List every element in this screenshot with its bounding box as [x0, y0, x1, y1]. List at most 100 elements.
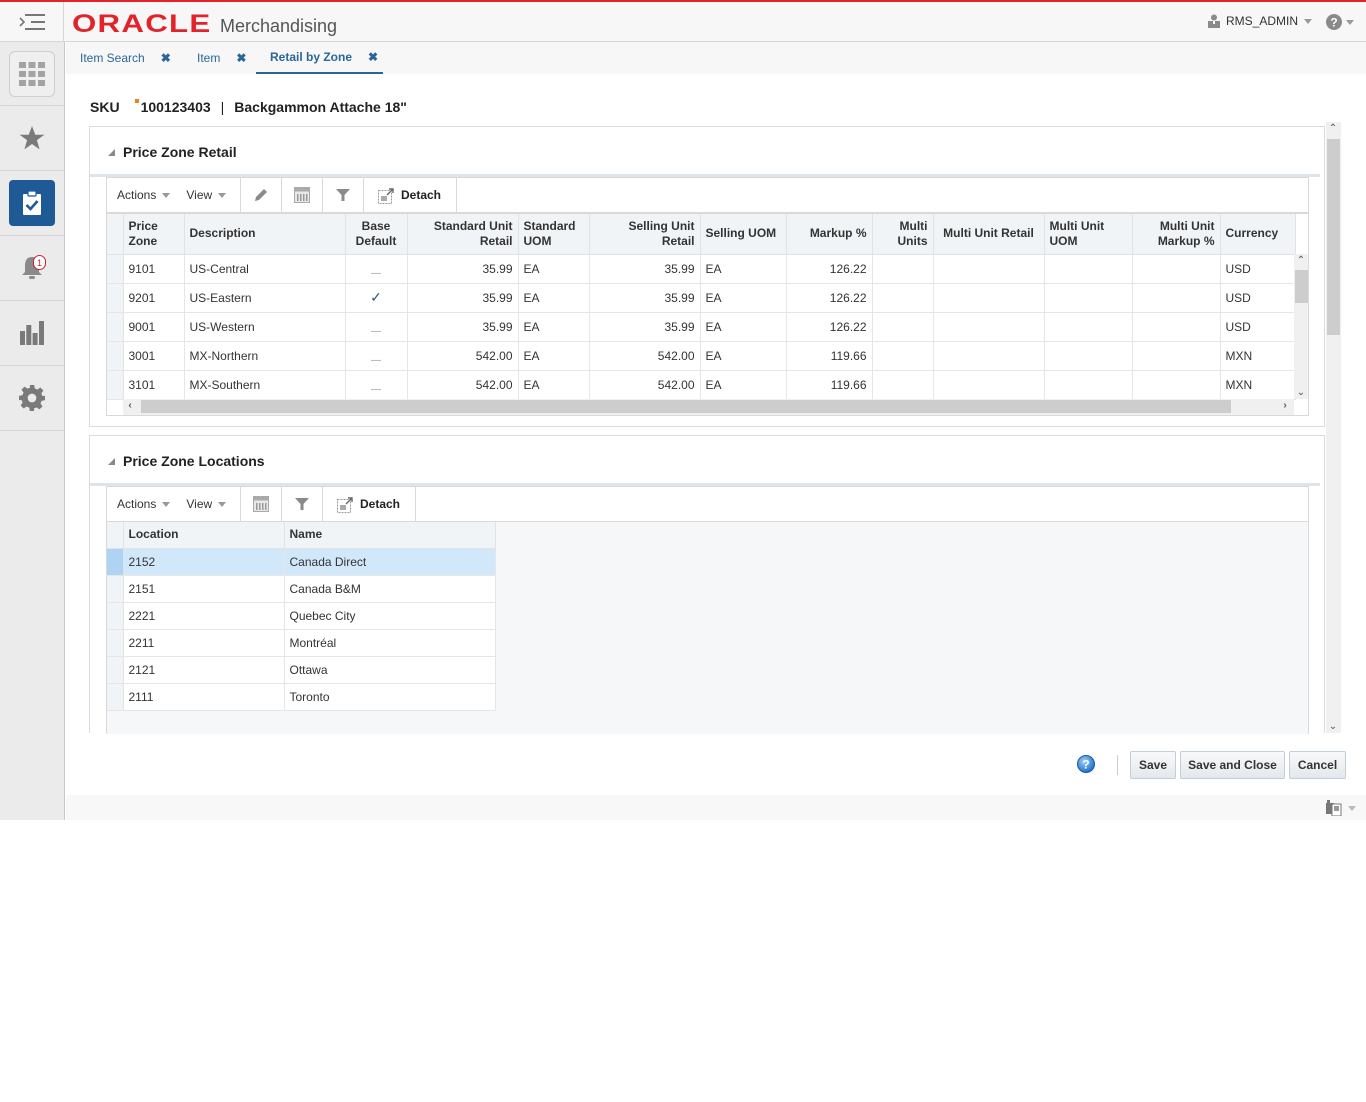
sidebar-item-settings[interactable] [0, 366, 64, 431]
column-header[interactable]: Standard Unit Retail [407, 214, 519, 255]
cell-multi-uom [1044, 341, 1133, 371]
table-row[interactable]: 9101 US-Central —35.99 EA 35.99 EA 126.22 USD [107, 254, 1296, 284]
scroll-up-icon[interactable]: ⌃ [1326, 123, 1340, 134]
help-menu[interactable]: ? [1326, 14, 1354, 30]
page-help-button[interactable]: ? [1077, 755, 1095, 776]
sidebar-item-apps[interactable] [0, 42, 64, 106]
row-header[interactable] [107, 602, 124, 630]
menu-group: Actions View [107, 487, 241, 521]
divider [1117, 755, 1118, 775]
column-header[interactable]: Name [284, 522, 496, 549]
scroll-down-icon[interactable]: ⌄ [1326, 721, 1340, 732]
table-row[interactable]: 2151 Canada B&M [107, 575, 496, 603]
column-header[interactable]: Base Default [345, 214, 408, 255]
scroll-thumb[interactable] [1327, 139, 1340, 335]
row-header[interactable] [107, 341, 124, 371]
freeze-button[interactable] [241, 487, 282, 521]
tab-item-search[interactable]: Item Search ✖ [80, 42, 171, 74]
cell-std-retail: 35.99 [407, 254, 519, 284]
close-icon[interactable]: ✖ [236, 51, 246, 65]
row-header[interactable] [107, 312, 124, 342]
column-header[interactable]: Standard UOM [518, 214, 590, 255]
cell-currency: USD [1220, 312, 1296, 342]
close-icon[interactable]: ✖ [161, 51, 171, 65]
scroll-right-icon[interactable]: › [1278, 400, 1292, 411]
scroll-up-icon[interactable]: ⌃ [1294, 255, 1308, 266]
tab-retail-by-zone[interactable]: Retail by Zone ✖ [256, 42, 383, 74]
device-icon [1326, 800, 1342, 816]
table-row[interactable]: 2211 Montréal [107, 629, 496, 657]
detach-button[interactable]: Detach [364, 178, 457, 212]
cell-multi-markup [1132, 341, 1221, 371]
cell-base-default: — [345, 341, 408, 371]
chevron-down-icon [1348, 805, 1356, 811]
panel-title: Price Zone Locations [123, 453, 265, 469]
row-header[interactable] [107, 254, 124, 284]
tab-item[interactable]: Item ✖ [197, 42, 246, 74]
column-header[interactable]: Selling Unit Retail [589, 214, 701, 255]
scroll-down-icon[interactable]: ⌄ [1294, 387, 1308, 398]
filter-button[interactable] [282, 487, 323, 521]
column-header[interactable]: Multi Unit Markup % [1132, 214, 1221, 255]
table-row[interactable]: 2152 Canada Direct [107, 548, 496, 576]
table-row[interactable]: 9201 US-Eastern ✓ 35.99 EA 35.99 EA 126.22 USD [107, 283, 1296, 313]
actions-menu[interactable]: Actions [117, 497, 171, 511]
scroll-thumb[interactable] [1295, 270, 1308, 303]
view-menu[interactable]: View [186, 188, 227, 202]
column-header[interactable]: Multi Unit Retail [933, 214, 1045, 255]
freeze-button[interactable] [282, 178, 323, 212]
close-icon[interactable]: ✖ [368, 50, 378, 64]
scroll-left-icon[interactable]: ‹ [123, 400, 137, 411]
price-zone-locations-header[interactable]: Price Zone Locations [108, 453, 265, 469]
cell-multi-uom [1044, 312, 1133, 342]
row-header[interactable] [107, 656, 124, 684]
detach-button[interactable]: Detach [323, 487, 416, 521]
table-row[interactable]: 2111 Toronto [107, 683, 496, 711]
sidebar-item-reports[interactable] [0, 301, 64, 366]
column-header[interactable]: Currency [1220, 214, 1296, 255]
row-header[interactable] [107, 370, 124, 400]
table-row[interactable]: 3101 MX-Southern —542.00 EA 542.00 EA 119.66 MX… [107, 370, 1296, 400]
column-header[interactable]: Markup % [786, 214, 873, 255]
cell-multi-retail [933, 370, 1045, 400]
filter-button[interactable] [323, 178, 364, 212]
row-header[interactable] [107, 629, 124, 657]
row-header[interactable] [107, 548, 124, 576]
column-header[interactable]: Location [123, 522, 285, 549]
cancel-button[interactable]: Cancel [1289, 751, 1346, 779]
actions-menu[interactable]: Actions [117, 188, 171, 202]
row-header[interactable] [107, 683, 124, 711]
cell-description: US-Eastern [184, 283, 346, 313]
page-vertical-scrollbar[interactable]: ⌃ ⌄ [1326, 122, 1341, 733]
scroll-thumb[interactable] [141, 400, 1231, 413]
price-zone-locations-table: Location Name 2152 Canada Direct 2151 Canad… [106, 521, 1309, 734]
table-row[interactable]: 2121 Ottawa [107, 656, 496, 684]
column-header[interactable]: Description [184, 214, 346, 255]
view-menu[interactable]: View [186, 497, 227, 511]
star-icon [19, 126, 45, 150]
table-horizontal-scrollbar[interactable]: ‹ › [123, 399, 1294, 415]
column-header[interactable]: Price Zone [123, 214, 185, 255]
row-header[interactable] [107, 283, 124, 313]
table-row[interactable]: 9001 US-Western —35.99 EA 35.99 EA 126.22 USD [107, 312, 1296, 342]
user-menu[interactable]: RMS_ADMIN [1207, 14, 1312, 28]
price-zone-retail-header[interactable]: Price Zone Retail [108, 144, 237, 160]
column-header[interactable]: Selling UOM [700, 214, 787, 255]
cell-markup: 126.22 [786, 254, 873, 284]
table-vertical-scrollbar[interactable]: ⌃ ⌄ [1294, 254, 1308, 399]
cell-currency: USD [1220, 283, 1296, 313]
save-and-close-button[interactable]: Save and Close [1180, 751, 1285, 779]
column-header[interactable]: Multi Units [872, 214, 934, 255]
row-header[interactable] [107, 575, 124, 603]
table-row[interactable]: 2221 Quebec City [107, 602, 496, 630]
sidebar-item-notifications[interactable]: 1 [0, 236, 64, 301]
column-header[interactable]: Multi Unit UOM [1044, 214, 1133, 255]
edit-button[interactable] [241, 178, 282, 212]
sidebar-item-tasks[interactable] [0, 171, 64, 236]
navigator-menu-button[interactable] [0, 2, 64, 42]
sidebar-item-favorites[interactable] [0, 106, 64, 171]
cell-multi-units [872, 370, 934, 400]
accessibility-menu[interactable] [1326, 800, 1356, 816]
table-row[interactable]: 3001 MX-Northern —542.00 EA 542.00 EA 119.66 MX… [107, 341, 1296, 371]
save-button[interactable]: Save [1130, 751, 1176, 779]
